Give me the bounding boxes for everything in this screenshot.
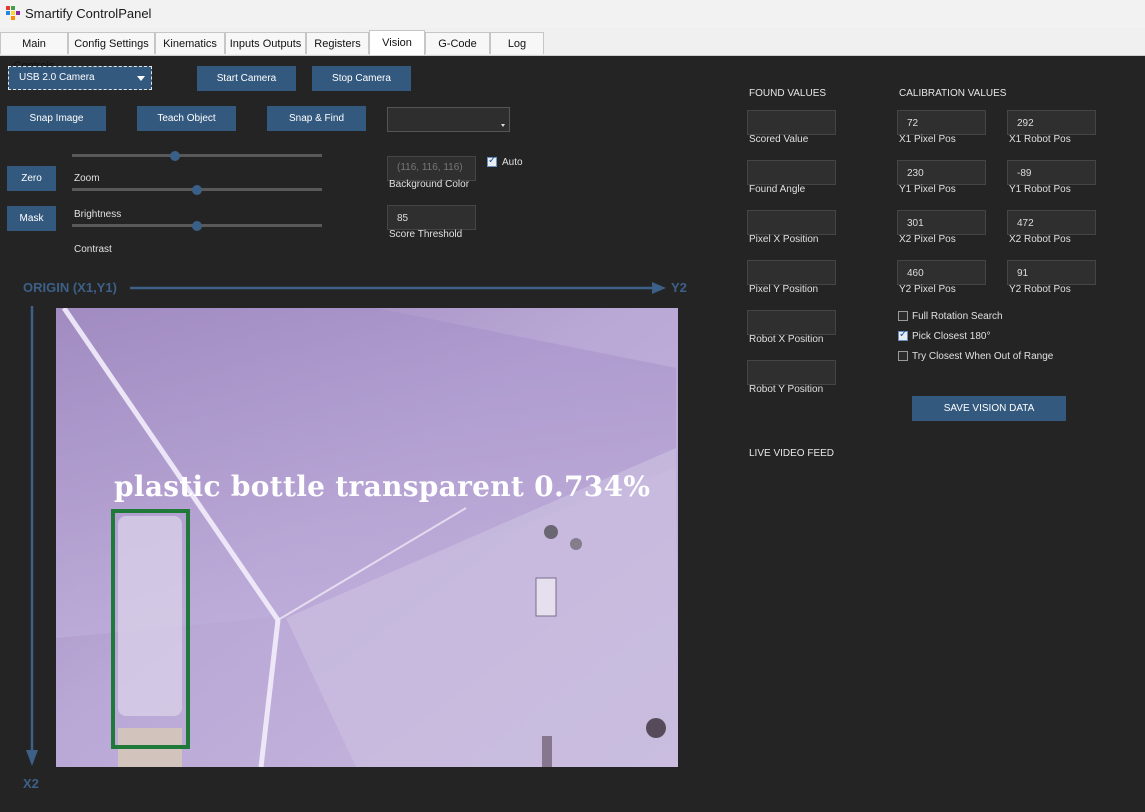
mask-button[interactable]: Mask: [7, 206, 56, 231]
y1-pixel-pos-field[interactable]: 230: [897, 160, 986, 185]
robot-y-position-field[interactable]: [747, 360, 836, 385]
pick-closest-180-checkbox[interactable]: [898, 329, 908, 341]
score-threshold-field[interactable]: 85: [387, 205, 476, 230]
tab-registers[interactable]: Registers: [306, 32, 369, 54]
try-closest-out-of-range-label: Try Closest When Out of Range: [912, 351, 1054, 362]
pixel-x-position-field[interactable]: [747, 210, 836, 235]
camera-select-value: USB 2.0 Camera: [19, 72, 95, 83]
tab-main-controls[interactable]: Main Controls: [0, 32, 68, 72]
contrast-label: Contrast: [74, 244, 112, 255]
y1-robot-pos-label: Y1 Robot Pos: [1009, 184, 1071, 195]
dropdown-arrow-icon: [501, 124, 505, 127]
robot-x-position-label: Robot X Position: [749, 334, 824, 345]
camera-select[interactable]: USB 2.0 Camera: [8, 66, 152, 90]
window-title: Smartify ControlPanel: [25, 6, 152, 21]
x2-robot-pos-label: X2 Robot Pos: [1009, 234, 1071, 245]
x2-label: X2: [23, 776, 39, 791]
tab-bar: Main Controls Config Settings Kinematics…: [0, 28, 1145, 72]
dropdown-arrow-icon: [137, 76, 145, 81]
x1-robot-pos-field[interactable]: 292: [1007, 110, 1096, 135]
teach-object-button[interactable]: Teach Object: [137, 106, 236, 131]
pixel-y-position-label: Pixel Y Position: [749, 284, 819, 295]
app-logo-icon: [6, 6, 20, 20]
stop-camera-button[interactable]: Stop Camera: [312, 66, 411, 91]
tab-config-settings[interactable]: Config Settings: [68, 32, 155, 54]
title-bar: Smartify ControlPanel: [0, 0, 1145, 28]
snap-image-button[interactable]: Snap Image: [7, 106, 106, 131]
auto-checkbox[interactable]: [487, 155, 497, 167]
zoom-slider[interactable]: [72, 154, 322, 157]
detection-bounding-box: [111, 509, 190, 749]
x2-pixel-pos-label: X2 Pixel Pos: [899, 234, 956, 245]
save-vision-data-button[interactable]: SAVE VISION DATA: [912, 396, 1066, 421]
found-values-header: FOUND VALUES: [749, 88, 827, 99]
scored-value-label: Scored Value: [749, 134, 809, 145]
y2-robot-pos-field[interactable]: 91: [1007, 260, 1096, 285]
x1-pixel-pos-label: X1 Pixel Pos: [899, 134, 956, 145]
found-angle-label: Found Angle: [749, 184, 806, 195]
background-color-field[interactable]: (116, 116, 116): [387, 156, 476, 181]
try-closest-out-of-range-checkbox[interactable]: [898, 351, 908, 361]
y1-pixel-pos-label: Y1 Pixel Pos: [899, 184, 956, 195]
x2-pixel-pos-field[interactable]: 301: [897, 210, 986, 235]
full-rotation-search-label: Full Rotation Search: [912, 311, 1003, 322]
live-video-feed-label: LIVE VIDEO FEED: [749, 448, 835, 459]
x1-robot-pos-label: X1 Robot Pos: [1009, 134, 1071, 145]
robot-y-position-label: Robot Y Position: [749, 384, 824, 395]
video-feed[interactable]: plastic bottle transparent 0.734%: [56, 308, 678, 767]
tab-log[interactable]: Log: [490, 32, 544, 54]
score-threshold-label: Score Threshold: [389, 229, 463, 240]
calibration-values-header: CALIBRATION VALUES: [899, 88, 1007, 99]
y2-label: Y2: [671, 280, 687, 295]
tab-kinematics[interactable]: Kinematics: [155, 32, 225, 54]
zoom-slider-handle[interactable]: [170, 151, 180, 161]
found-angle-field[interactable]: [747, 160, 836, 185]
object-select[interactable]: [387, 107, 510, 132]
y2-robot-pos-label: Y2 Robot Pos: [1009, 284, 1071, 295]
y1-robot-pos-field[interactable]: -89: [1007, 160, 1096, 185]
zero-button[interactable]: Zero: [7, 166, 56, 191]
snap-find-button[interactable]: Snap & Find: [267, 106, 366, 131]
pixel-y-position-field[interactable]: [747, 260, 836, 285]
robot-x-position-field[interactable]: [747, 310, 836, 335]
brightness-slider-handle[interactable]: [192, 185, 202, 195]
tab-inputs-outputs[interactable]: Inputs Outputs: [225, 32, 306, 54]
full-rotation-search-checkbox[interactable]: [898, 311, 908, 321]
start-camera-button[interactable]: Start Camera: [197, 66, 296, 91]
y2-pixel-pos-field[interactable]: 460: [897, 260, 986, 285]
tab-vision[interactable]: Vision: [369, 30, 425, 55]
x-axis-arrow-icon: [26, 306, 38, 766]
scored-value-field[interactable]: [747, 110, 836, 135]
contrast-slider-handle[interactable]: [192, 221, 202, 231]
pixel-x-position-label: Pixel X Position: [749, 234, 819, 245]
background-color-label: Background Color: [389, 179, 470, 190]
auto-label: Auto: [502, 157, 523, 168]
brightness-label: Brightness: [74, 209, 122, 220]
zoom-label: Zoom: [74, 173, 100, 184]
tab-g-code[interactable]: G-Code: [425, 32, 490, 54]
x1-pixel-pos-field[interactable]: 72: [897, 110, 986, 135]
y-axis-arrow-icon: [130, 282, 666, 294]
y2-pixel-pos-label: Y2 Pixel Pos: [899, 284, 956, 295]
origin-label: ORIGIN (X1,Y1): [23, 280, 117, 295]
pick-closest-180-label: Pick Closest 180°: [912, 331, 991, 342]
x2-robot-pos-field[interactable]: 472: [1007, 210, 1096, 235]
detection-label: plastic bottle transparent 0.734%: [114, 470, 651, 503]
